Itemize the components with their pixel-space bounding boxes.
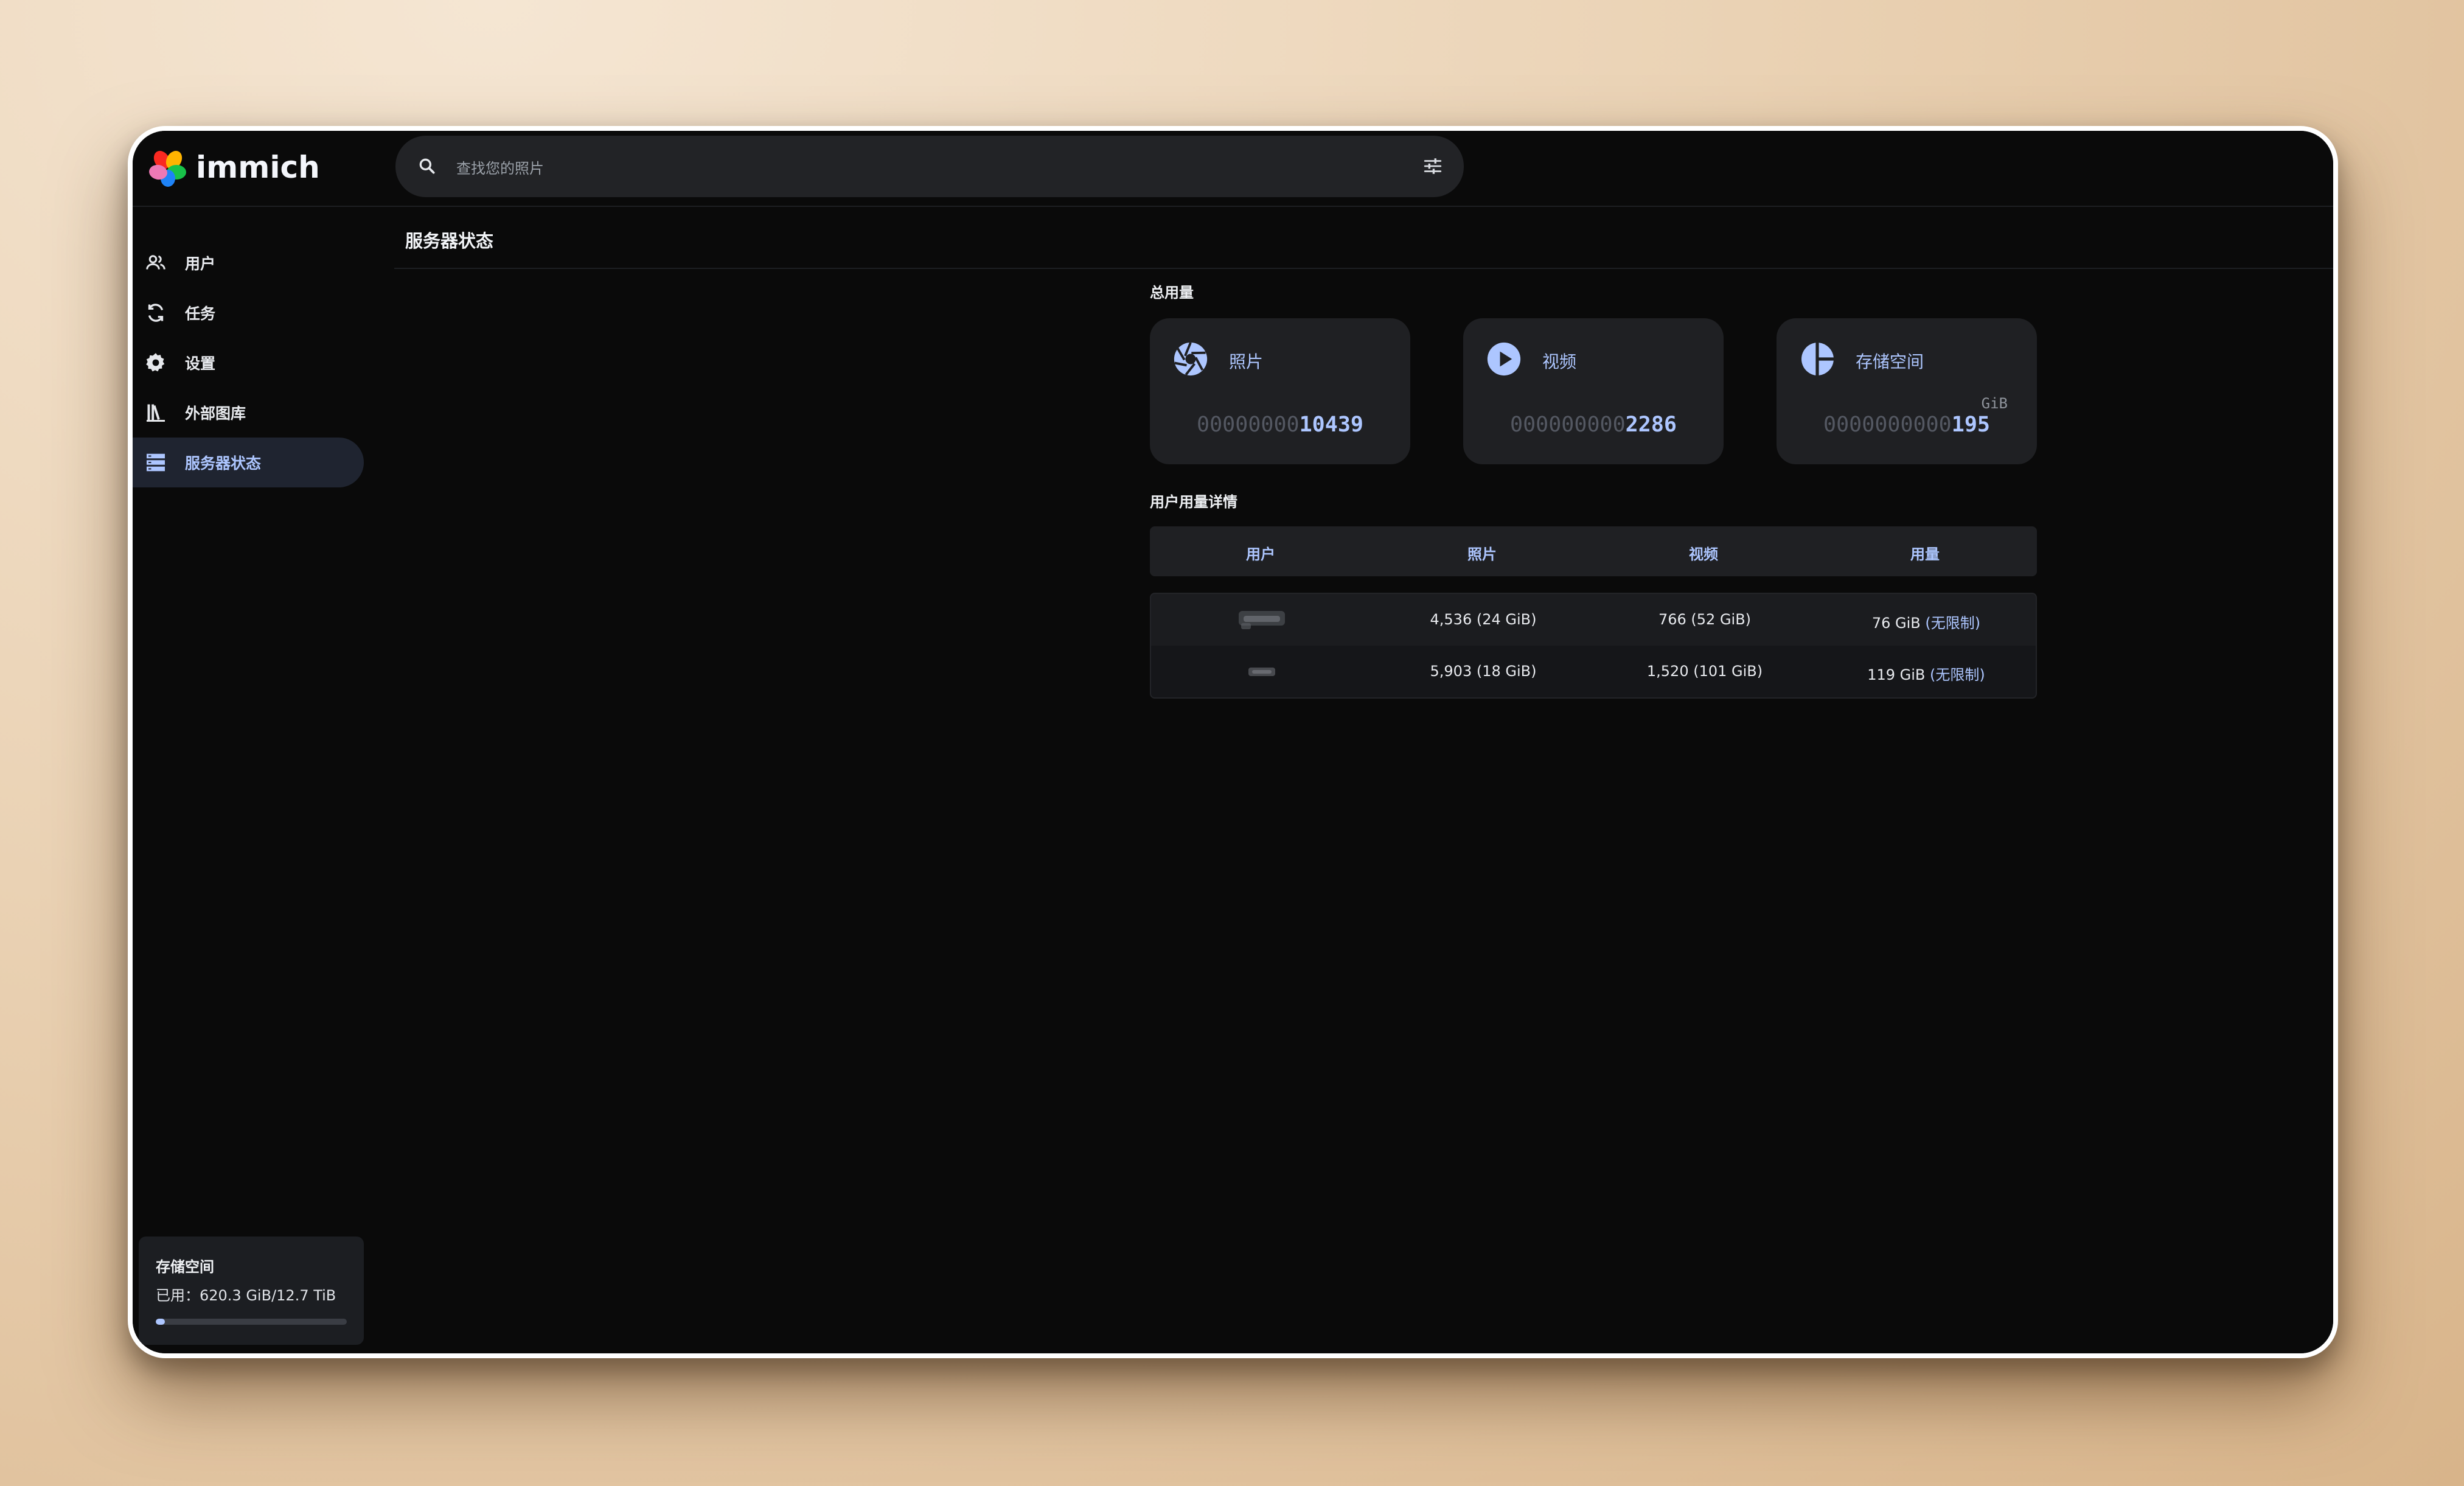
quota-label: (无限制) (1925, 615, 1981, 632)
stat-value-padding: 0000000000 (1823, 413, 1952, 437)
gear-icon (146, 353, 165, 372)
header-divider (133, 206, 2333, 207)
storage-progress-fill (156, 1319, 165, 1325)
videos-stat-card: 视频 0000000002286 (1463, 318, 1724, 464)
usage-amount: 119 GiB (1867, 666, 1926, 683)
stat-value: 0000000002286 (1463, 413, 1724, 437)
stat-value-number: 2286 (1625, 413, 1677, 437)
storage-stat-card: 存储空间 GiB 0000000000195 (1777, 318, 2037, 464)
library-icon (147, 404, 165, 422)
sidebar-item-label: 设置 (185, 355, 216, 372)
total-usage-label: 总用量 (1150, 284, 1194, 301)
cell-usage: 76 GiB (无限制) (1815, 611, 2036, 632)
user-usage-label: 用户用量详情 (1150, 494, 1237, 511)
stat-value-number: 195 (1951, 413, 1990, 437)
sidebar-item-settings[interactable]: 设置 (133, 338, 364, 388)
storage-progress-bar (156, 1319, 347, 1325)
cell-videos: 766 (52 GiB) (1658, 611, 1752, 628)
stat-unit: GiB (1981, 395, 2008, 412)
sidebar-item-server-status[interactable]: 服务器状态 (133, 438, 364, 487)
sidebar-item-users[interactable]: 用户 (133, 238, 364, 288)
column-header-usage: 用量 (1910, 546, 1940, 563)
stat-value-padding: 00000000 (1197, 413, 1300, 437)
usage-amount: 76 GiB (1871, 615, 1921, 632)
search-icon (419, 158, 435, 174)
server-icon (147, 453, 165, 472)
cell-videos: 1,520 (101 GiB) (1646, 663, 1763, 680)
search-input[interactable]: 查找您的照片 (456, 156, 544, 178)
column-header-photos: 照片 (1467, 546, 1497, 563)
app-name: immich (196, 150, 320, 185)
app-logo[interactable]: immich (148, 146, 320, 189)
usage-table-header: 用户 照片 视频 用量 (1150, 526, 2037, 576)
storage-used-text: 已用：620.3 GiB/12.7 TiB (156, 1287, 336, 1304)
sidebar-item-label: 服务器状态 (185, 455, 262, 472)
user-avatar-blurred (1248, 668, 1275, 676)
immich-admin-app: immich 查找您的照片 用户 任务 设置 外部图库 服务器状态 存储空间 已… (133, 131, 2333, 1353)
storage-usage-panel: 存储空间 已用：620.3 GiB/12.7 TiB (139, 1237, 364, 1345)
page-title: 服务器状态 (405, 231, 494, 251)
stat-value: 0000000010439 (1150, 413, 1410, 437)
quota-label: (无限制) (1930, 666, 1985, 683)
cell-photos: 4,536 (24 GiB) (1430, 611, 1537, 628)
stat-value-number: 10439 (1299, 413, 1363, 437)
sync-icon (148, 304, 164, 322)
pie-chart-icon (1801, 343, 1834, 375)
usage-table-body: 4,536 (24 GiB) 766 (52 GiB) 76 GiB (无限制)… (1150, 593, 2037, 699)
stat-label: 视频 (1542, 352, 1577, 372)
column-header-videos: 视频 (1689, 546, 1718, 563)
column-header-user: 用户 (1246, 546, 1275, 563)
sidebar-item-label: 用户 (185, 255, 216, 273)
user-avatar-blurred (1239, 611, 1285, 629)
aperture-icon (1174, 342, 1208, 376)
table-row: 4,536 (24 GiB) 766 (52 GiB) 76 GiB (无限制) (1151, 594, 2036, 646)
stat-label: 存储空间 (1856, 352, 1924, 372)
immich-logo-icon (149, 150, 186, 187)
stat-value: 0000000000195 (1777, 413, 2037, 437)
sidebar-item-label: 任务 (185, 305, 216, 323)
users-icon (146, 255, 165, 270)
sidebar-item-external-libraries[interactable]: 外部图库 (133, 388, 364, 438)
sidebar-item-jobs[interactable]: 任务 (133, 288, 364, 338)
cell-photos: 5,903 (18 GiB) (1430, 663, 1537, 680)
storage-title: 存储空间 (156, 1258, 214, 1275)
title-divider (394, 268, 2333, 269)
stat-label: 照片 (1229, 352, 1264, 372)
stat-value-padding: 000000000 (1510, 413, 1626, 437)
device-frame: immich 查找您的照片 用户 任务 设置 外部图库 服务器状态 存储空间 已… (128, 126, 2338, 1358)
filter-options-icon[interactable] (1422, 156, 1443, 176)
sidebar-item-label: 外部图库 (185, 405, 246, 422)
cell-usage: 119 GiB (无限制) (1815, 663, 2036, 684)
play-icon (1487, 342, 1521, 376)
photos-stat-card: 照片 0000000010439 (1150, 318, 1410, 464)
search-bar[interactable]: 查找您的照片 (395, 136, 1464, 197)
table-row: 5,903 (18 GiB) 1,520 (101 GiB) 119 GiB (… (1151, 646, 2036, 697)
